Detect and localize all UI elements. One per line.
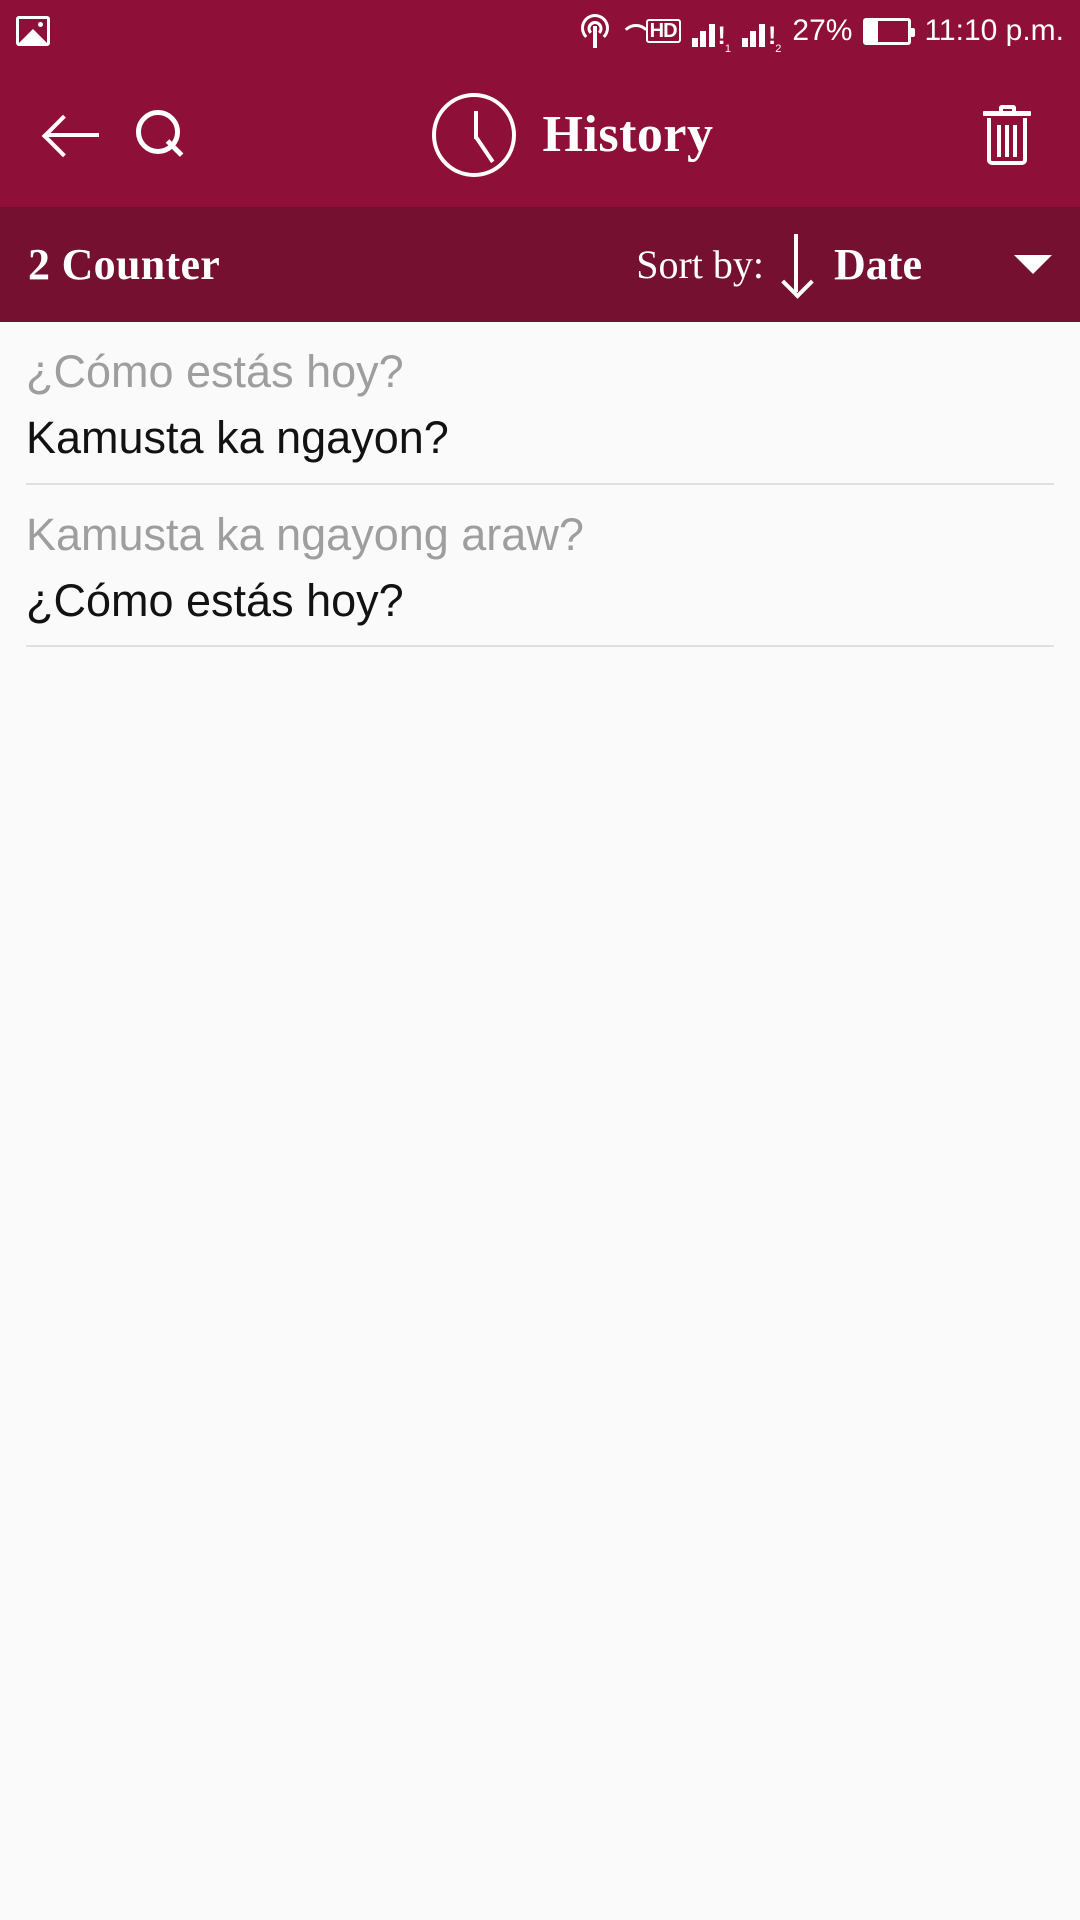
app-bar: History	[0, 62, 1080, 207]
arrow-down-icon	[781, 233, 811, 296]
counter-label: 2 Counter	[28, 240, 221, 289]
handset-icon	[619, 24, 652, 38]
status-bar-clock: 11:10 p.m.	[924, 14, 1064, 47]
back-arrow-icon	[47, 113, 99, 157]
history-item-source: Kamusta ka ngayong araw?	[26, 508, 584, 560]
status-bar-left	[16, 16, 50, 46]
cast-icon	[580, 14, 610, 48]
sort-by-label: Sort by:	[636, 242, 765, 287]
trash-icon	[983, 104, 1031, 165]
delete-history-button[interactable]	[964, 92, 1050, 178]
page-title: History	[542, 106, 714, 163]
app-bar-title-group: History	[182, 92, 964, 177]
battery-icon	[863, 17, 916, 45]
status-bar-right: HD ! 1 ! 2 27% 11:10 p.m.	[580, 14, 1064, 55]
battery-percent: 27%	[792, 14, 853, 47]
clock-icon	[432, 92, 517, 177]
hd-voice-icon: HD	[619, 15, 681, 47]
gallery-icon	[16, 16, 50, 46]
list-item[interactable]: ¿Cómo estás hoy? Kamusta ka ngayon?	[0, 322, 1080, 485]
sort-direction-button[interactable]	[764, 233, 828, 296]
signal-icon-sim2: ! 2	[741, 15, 781, 55]
sort-value-label: Date	[834, 240, 922, 289]
history-item-target: ¿Cómo estás hoy?	[26, 574, 404, 626]
history-list[interactable]: ¿Cómo estás hoy? Kamusta ka ngayon? Kamu…	[0, 322, 1080, 647]
status-bar: HD ! 1 ! 2 27% 11:10 p.m.	[0, 0, 1080, 62]
history-item-source: ¿Cómo estás hoy?	[26, 346, 404, 397]
history-item-target: Kamusta ka ngayon?	[26, 412, 449, 464]
sort-control[interactable]: Sort by: Date	[636, 233, 1052, 296]
signal-icon-sim1: ! 1	[691, 15, 731, 55]
caret-down-icon[interactable]	[1014, 255, 1052, 274]
back-button[interactable]	[30, 92, 116, 178]
search-icon	[134, 109, 184, 160]
sim2-label: 2	[775, 43, 782, 55]
sort-bar: 2 Counter Sort by: Date	[0, 207, 1080, 322]
list-item[interactable]: Kamusta ka ngayong araw? ¿Cómo estás hoy…	[0, 485, 1080, 647]
sim1-label: 1	[724, 43, 731, 55]
list-divider	[26, 645, 1054, 647]
